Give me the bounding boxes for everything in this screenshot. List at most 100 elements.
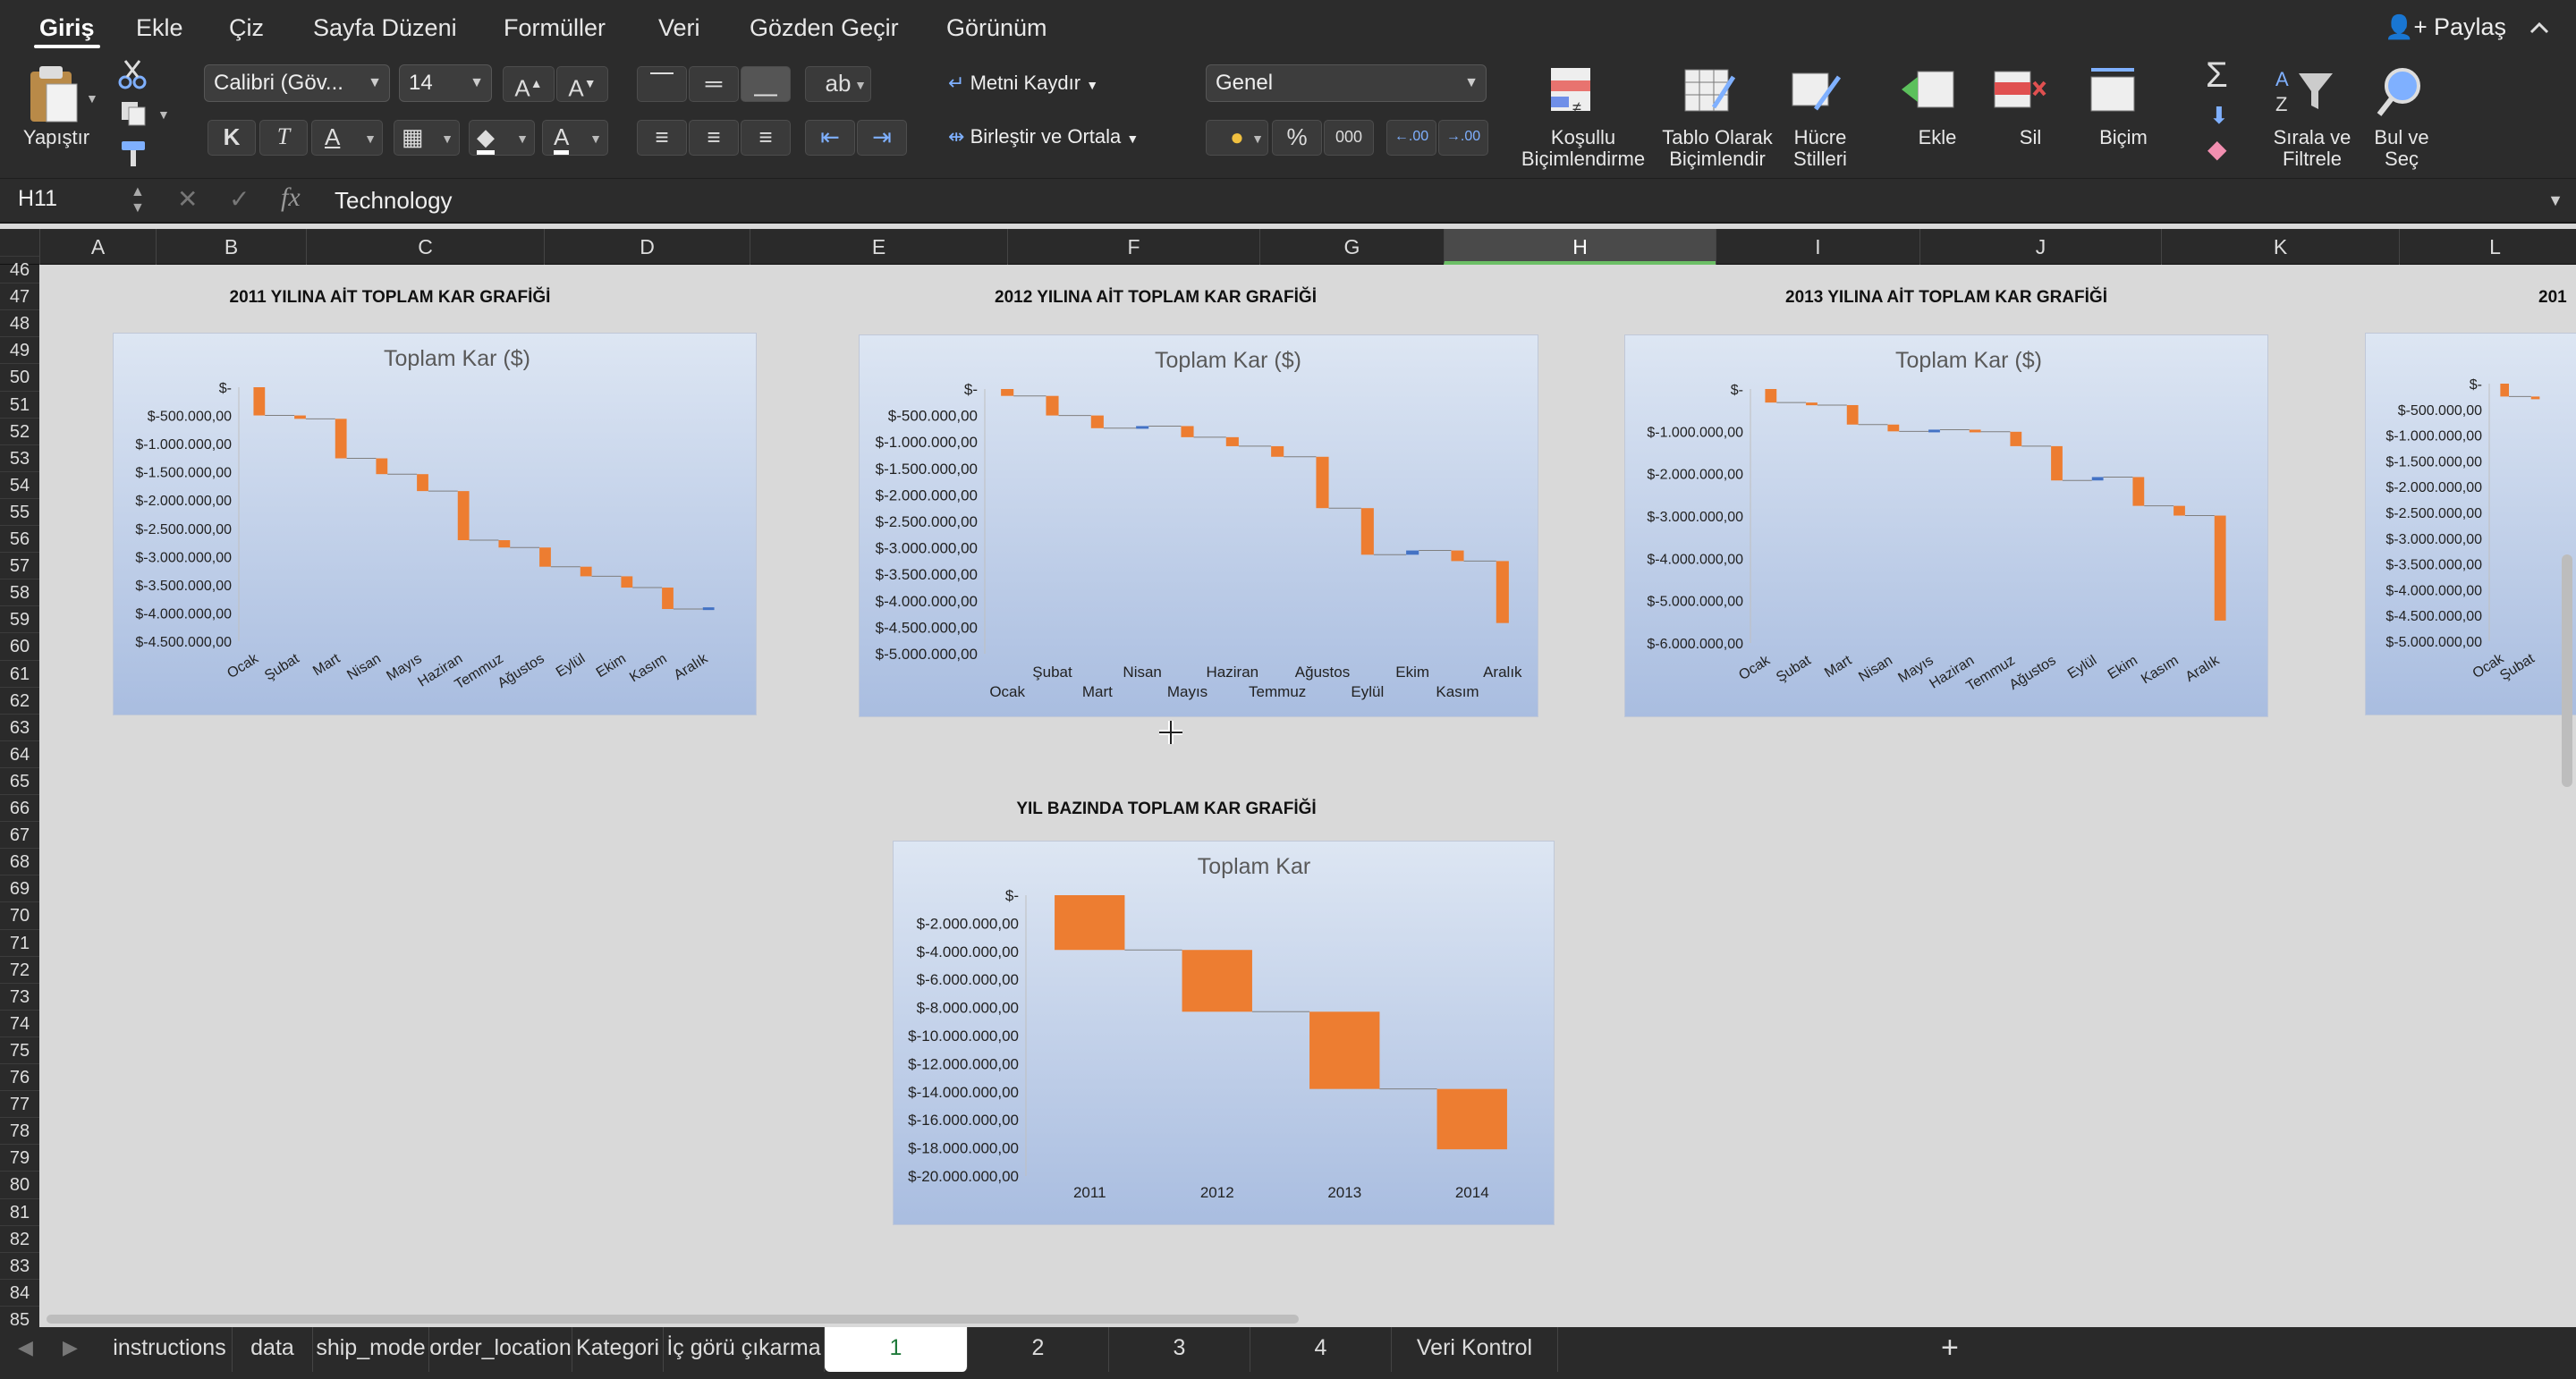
row-header-63[interactable]: 63 [0,713,39,740]
column-header-b[interactable]: B [156,229,306,265]
row-header-67[interactable]: 67 [0,821,39,848]
align-center-button[interactable]: ≡ [689,120,739,156]
format-painter-icon[interactable] [118,138,150,168]
underline-button[interactable]: A ▼ [311,120,383,156]
increase-font-size-button[interactable]: A▲ [503,66,555,102]
borders-button[interactable]: ▦ ▼ [394,120,460,156]
sheet-tab-ship-mode[interactable]: ship_mode [313,1327,429,1372]
sheet-tab-instructions[interactable]: instructions [107,1327,233,1372]
align-middle-button[interactable]: ═ [689,66,739,102]
currency-format-button[interactable]: ● ▼ [1206,120,1268,156]
sheet-tab-kategori[interactable]: Kategori [572,1327,664,1372]
column-header-i[interactable]: I [1716,229,1919,265]
format-as-table-icon[interactable] [1682,64,1739,118]
delete-cells-icon[interactable] [1991,64,2054,118]
merge-center-button[interactable]: ⇹ Birleştir ve Ortala ▼ [948,125,1139,148]
tab-review[interactable]: Gözden Geçir [750,0,899,55]
chart-2013[interactable]: Toplam Kar ($) $- $-1.000.000,00 $-2.000.00… [1624,334,2268,717]
column-header-k[interactable]: K [2161,229,2399,265]
name-box[interactable]: H11 [18,186,57,212]
tab-insert[interactable]: Ekle [136,0,183,55]
row-header-80[interactable]: 80 [0,1171,39,1197]
sheet-tab-veri-kontrol[interactable]: Veri Kontrol [1392,1327,1558,1372]
chart-2011[interactable]: Toplam Kar ($) $- $-500.000,00 $-1.000.000,… [113,333,757,715]
increase-decimal-button[interactable]: ←.00 [1386,120,1436,156]
column-header-a[interactable]: A [39,229,156,265]
sheet-tab-2[interactable]: 2 [968,1327,1109,1372]
paste-button[interactable]: ▼ [23,63,98,131]
tab-data[interactable]: Veri [658,0,700,55]
decrease-font-size-button[interactable]: A▼ [556,66,608,102]
insert-cells-icon[interactable] [1898,64,1961,118]
row-header-49[interactable]: 49 [0,336,39,363]
row-header-81[interactable]: 81 [0,1197,39,1225]
row-header-56[interactable]: 56 [0,525,39,552]
sheet-tab-i-ç-görü-çıkarma[interactable]: İç görü çıkarma [664,1327,825,1372]
prev-sheet-icon[interactable]: ◀ [18,1336,33,1359]
row-header-48[interactable]: 48 [0,309,39,336]
tab-formulas[interactable]: Formüller [504,0,606,55]
row-header-66[interactable]: 66 [0,794,39,821]
row-header-54[interactable]: 54 [0,470,39,498]
row-header-84[interactable]: 84 [0,1278,39,1306]
column-header-e[interactable]: E [750,229,1007,265]
row-header-70[interactable]: 70 [0,901,39,928]
tab-home[interactable]: Giriş [34,0,100,55]
sheet-tab-3[interactable]: 3 [1109,1327,1250,1372]
cell-styles-icon[interactable] [1789,64,1846,118]
autosum-icon[interactable]: Σ [2206,55,2228,96]
decrease-indent-button[interactable]: ⇤ [805,120,855,156]
align-bottom-button[interactable]: ⎽ [741,66,791,102]
row-header-83[interactable]: 83 [0,1251,39,1279]
share-button[interactable]: 👤+ Paylaş [2385,0,2506,55]
function-icon[interactable]: fx [281,182,301,213]
row-header-58[interactable]: 58 [0,579,39,605]
row-header-75[interactable]: 75 [0,1036,39,1063]
font-name-dropdown[interactable]: Calibri (Göv... ▼ [204,64,390,102]
row-header-46[interactable]: 46 [0,256,39,283]
row-header-60[interactable]: 60 [0,632,39,659]
next-sheet-icon[interactable]: ▶ [63,1336,78,1359]
fill-color-button[interactable]: ◆ ▼ [469,120,535,156]
row-header-47[interactable]: 47 [0,283,39,309]
sheet-tab-order-location[interactable]: order_location [429,1327,572,1372]
chart-2012[interactable]: Toplam Kar ($) $- $-500.000,00 $-1.000.000,… [859,334,1538,717]
number-format-dropdown[interactable]: Genel ▼ [1206,64,1487,102]
conditional-format-icon[interactable]: ≠ [1547,64,1605,118]
cut-icon[interactable] [116,59,148,89]
row-header-53[interactable]: 53 [0,444,39,471]
row-header-59[interactable]: 59 [0,605,39,632]
sort-filter-icon[interactable]: AZ [2272,64,2338,118]
row-header-51[interactable]: 51 [0,390,39,418]
align-left-button[interactable]: ≡ [637,120,687,156]
vertical-scrollbar[interactable] [2562,554,2572,787]
orientation-button[interactable]: ab ▼ [805,66,871,102]
cancel-icon[interactable]: ✕ [177,184,198,214]
row-header-82[interactable]: 82 [0,1224,39,1252]
column-header-g[interactable]: G [1259,229,1444,265]
row-header-65[interactable]: 65 [0,766,39,794]
row-header-50[interactable]: 50 [0,363,39,390]
bold-button[interactable]: K [208,120,256,156]
sheet-tab-4[interactable]: 4 [1250,1327,1392,1372]
row-header-73[interactable]: 73 [0,982,39,1010]
row-header-62[interactable]: 62 [0,686,39,714]
fill-icon[interactable]: ⬇ [2209,102,2229,130]
row-header-68[interactable]: 68 [0,848,39,875]
percent-button[interactable]: % [1272,120,1322,156]
confirm-icon[interactable]: ✓ [229,184,250,214]
horizontal-scrollbar[interactable] [47,1315,1299,1324]
formula-input[interactable]: Technology [335,187,453,215]
chart-2014[interactable]: $- $-500.000,00 $-1.000.000,00 $-1.500.000,… [2365,333,2576,715]
row-header-55[interactable]: 55 [0,497,39,525]
row-header-57[interactable]: 57 [0,552,39,579]
column-header-h[interactable]: H [1444,229,1716,265]
thousands-separator-button[interactable]: 000 [1324,120,1374,156]
row-header-69[interactable]: 69 [0,875,39,901]
row-header-71[interactable]: 71 [0,928,39,956]
increase-indent-button[interactable]: ⇥ [857,120,907,156]
column-header-j[interactable]: J [1919,229,2161,265]
row-header-61[interactable]: 61 [0,659,39,687]
row-header-76[interactable]: 76 [0,1063,39,1090]
italic-button[interactable]: T [259,120,308,156]
